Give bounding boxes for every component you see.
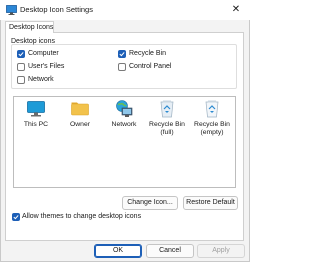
network-icon[interactable] — [115, 100, 133, 117]
monitor-icon[interactable] — [27, 101, 45, 117]
users-files-label: User's Files — [28, 63, 65, 70]
check-icon — [119, 52, 125, 57]
check-icon — [13, 215, 19, 220]
desktop-settings-icon — [6, 5, 17, 15]
restore-default-button[interactable]: Restore Default — [183, 196, 238, 210]
cancel-button[interactable]: Cancel — [146, 244, 194, 258]
this-pc-label: This PC — [23, 121, 49, 128]
network-label: Network — [28, 76, 54, 83]
check-icon — [18, 52, 24, 57]
allow-themes-checkbox[interactable] — [12, 213, 20, 221]
desktop-icons-group-label: Desktop icons — [11, 38, 55, 45]
recycle-bin-full-label: Recycle Bin (full) — [149, 121, 185, 136]
network-checkbox[interactable] — [17, 76, 25, 84]
window-title: Desktop Icon Settings — [20, 5, 93, 14]
network-icon-label: Network — [111, 121, 137, 128]
control-panel-checkbox[interactable] — [118, 63, 126, 71]
computer-label: Computer — [28, 50, 59, 57]
users-files-checkbox[interactable] — [17, 63, 25, 71]
ok-button[interactable]: OK — [94, 244, 142, 258]
recycle-bin-empty-label: Recycle Bin (empty) — [194, 121, 230, 136]
allow-themes-label: Allow themes to change desktop icons — [22, 213, 142, 220]
recycle-bin-checkbox[interactable] — [118, 50, 126, 58]
recycle-bin-full-icon[interactable] — [160, 100, 174, 118]
apply-button[interactable]: Apply — [197, 244, 245, 258]
owner-label: Owner — [69, 121, 91, 128]
recycle-bin-label: Recycle Bin — [129, 50, 166, 57]
recycle-bin-empty-icon[interactable] — [205, 100, 219, 118]
close-icon: ✕ — [231, 4, 241, 15]
control-panel-label: Control Panel — [129, 63, 172, 70]
change-icon-button[interactable]: Change Icon... — [122, 196, 178, 210]
computer-checkbox[interactable] — [17, 50, 25, 58]
folder-icon[interactable] — [71, 101, 89, 117]
close-button[interactable]: ✕ — [228, 3, 244, 17]
tab-desktop-icons[interactable]: Desktop Icons — [5, 21, 54, 33]
